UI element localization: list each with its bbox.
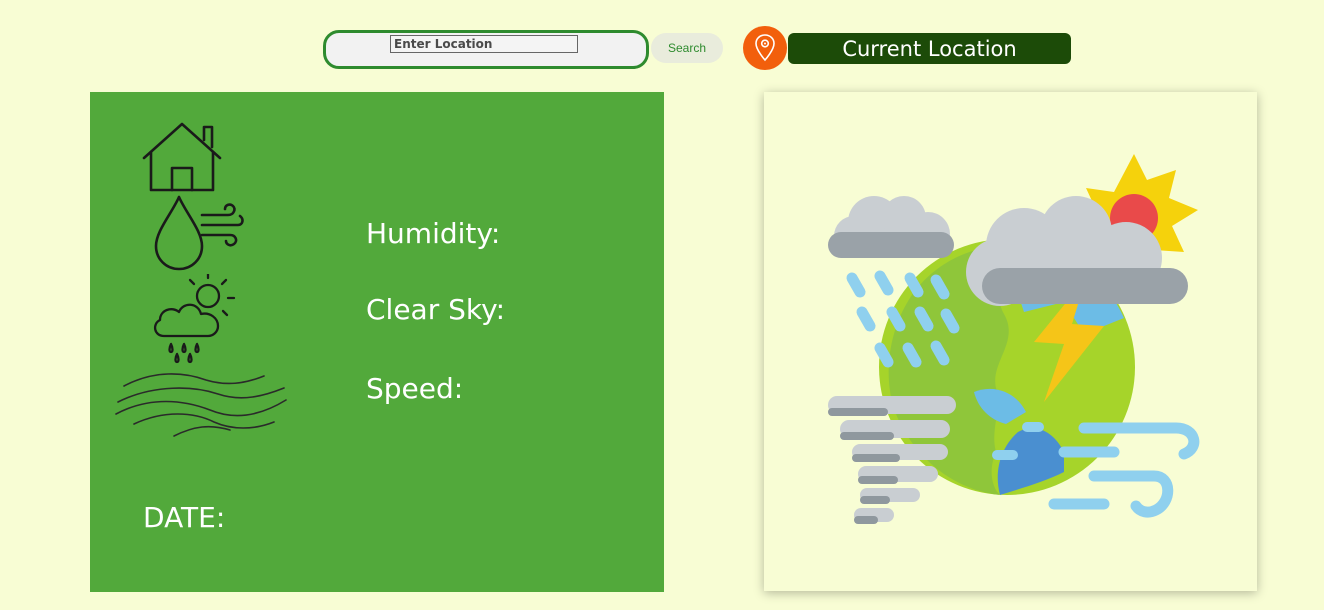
rain-cloud-sun-icon [153, 274, 236, 364]
speed-label: Speed: [366, 372, 464, 405]
sky-label: Clear Sky: [366, 293, 506, 326]
wind-waves-icon [115, 373, 287, 437]
location-button[interactable] [743, 26, 787, 70]
search-bar [323, 30, 649, 69]
weather-globe-illustration [828, 154, 1200, 524]
date-label: DATE: [143, 501, 226, 534]
weather-card: Humidity: Clear Sky: Speed: DATE: [90, 92, 664, 592]
humidity-wind-icon [154, 195, 244, 271]
search-button[interactable]: Search [651, 33, 723, 63]
location-pin-icon [755, 34, 775, 62]
home-icon [142, 122, 222, 192]
humidity-label: Humidity: [366, 217, 501, 250]
illustration-panel [764, 92, 1257, 591]
current-location-button[interactable]: Current Location [788, 33, 1071, 64]
search-input[interactable] [390, 35, 578, 53]
